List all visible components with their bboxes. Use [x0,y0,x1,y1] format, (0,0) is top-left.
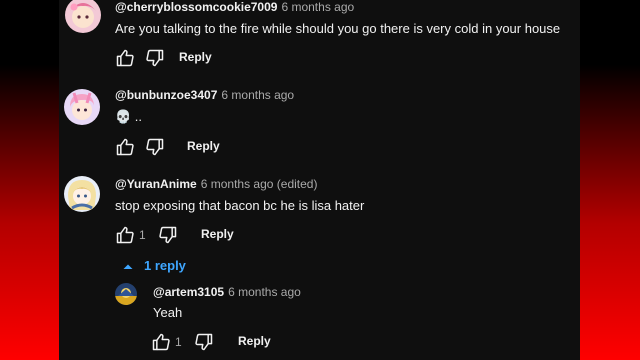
reply-button[interactable]: Reply [187,139,220,153]
reply-button[interactable]: Reply [238,334,271,348]
thumbs-up-icon[interactable] [151,332,171,352]
comment-text: 💀 .. [115,109,143,124]
comment-author[interactable]: @bunbunzoe3407 [115,88,217,102]
like-count: 1 [175,335,182,349]
reply-timestamp[interactable]: 6 months ago [228,285,301,299]
thumbs-down-icon[interactable] [145,137,165,157]
comment-text: stop exposing that bacon bc he is lisa h… [115,198,365,213]
avatar[interactable] [64,176,100,212]
reply-actions: 1 Reply [151,332,351,352]
comment-actions: Reply [115,137,315,157]
comment-timestamp[interactable]: 6 months ago [281,0,354,14]
reply-author[interactable]: @artem3105 [153,285,224,299]
comment-timestamp[interactable]: 6 months ago (edited) [201,177,318,191]
reply-button[interactable]: Reply [179,50,212,64]
reply-text: Yeah [153,305,183,320]
replies-count-label[interactable]: 1 reply [144,258,186,273]
thumbs-up-icon[interactable] [115,137,135,157]
chevron-up-icon [120,258,136,274]
avatar[interactable] [115,283,137,305]
avatar[interactable] [64,89,100,125]
comment-actions: 1 Reply [115,225,315,245]
thumbs-down-icon[interactable] [194,332,214,352]
like-count: 1 [139,228,146,242]
reply-button[interactable]: Reply [201,227,234,241]
thumbs-down-icon[interactable] [158,225,178,245]
thumbs-up-icon[interactable] [115,48,135,68]
thumbs-down-icon[interactable] [145,48,165,68]
comments-panel: @cherryblossomcookie7009 6 months ago Are… [59,0,580,360]
comment-text: Are you talking to the fire while should… [115,21,561,36]
comment-author[interactable]: @cherryblossomcookie7009 [115,0,277,14]
avatar[interactable] [65,0,101,33]
comment-actions: Reply [115,48,315,68]
thumbs-up-icon[interactable] [115,225,135,245]
comment-author[interactable]: @YuranAnime [115,177,197,191]
comment-timestamp[interactable]: 6 months ago [221,88,294,102]
